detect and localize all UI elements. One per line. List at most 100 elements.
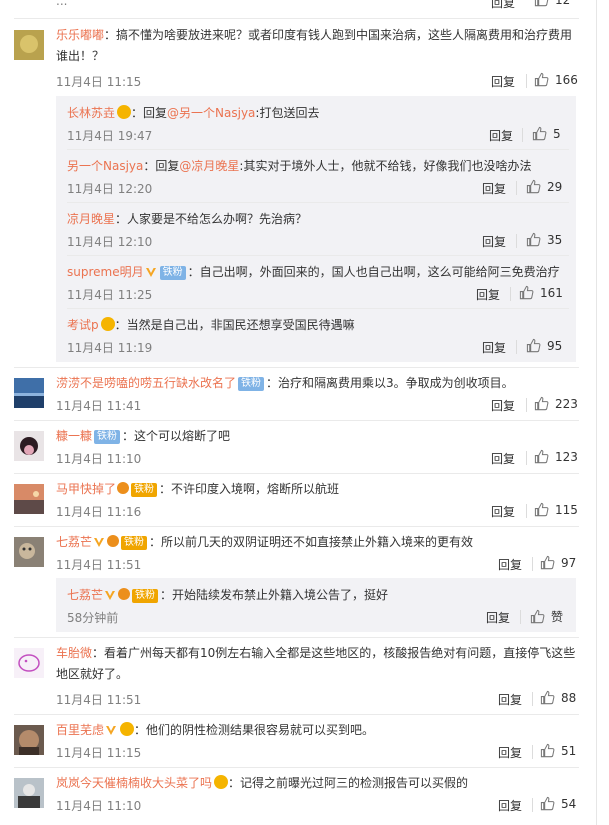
reply-button[interactable]: 回复: [491, 0, 515, 11]
like-count: 166: [555, 72, 578, 87]
comment-time: ...: [56, 0, 68, 8]
reply-button[interactable]: 回复: [491, 503, 515, 520]
user-name[interactable]: supreme明月: [67, 265, 144, 279]
reply-button[interactable]: 回复: [482, 233, 506, 250]
comment-time: 11月4日 11:10: [56, 799, 142, 813]
avatar[interactable]: [14, 484, 44, 514]
comment-time: 11月4日 11:51: [56, 558, 142, 572]
separator: [526, 74, 527, 88]
thumbs-up-icon: [534, 0, 549, 7]
reply-button[interactable]: 回复: [491, 73, 515, 90]
user-name[interactable]: 百里芜虑: [56, 723, 104, 737]
fan-badge: 铁粉: [131, 483, 158, 497]
like-button[interactable]: 88: [540, 690, 576, 705]
avatar[interactable]: [14, 778, 44, 808]
divider: [67, 308, 569, 309]
reply-button[interactable]: 回复: [498, 797, 522, 814]
like-button[interactable]: 51: [540, 743, 576, 758]
thumbs-up-icon: [534, 502, 549, 517]
comment-body: 涝涝不是唠嗑的唠五行缺水改名了 铁粉 ：治疗和隔离费用乘以3。争取成为创收项目。: [56, 376, 514, 391]
divider: [14, 420, 579, 421]
medal-icon: [120, 722, 135, 736]
verified-v-icon: [94, 538, 105, 547]
like-button[interactable]: 223: [534, 396, 578, 411]
comment-body: 马甲快掉了 铁粉 ：不许印度入境啊，熔断所以航班: [56, 482, 340, 497]
thumbs-up-icon: [526, 232, 541, 247]
like-count: 35: [547, 232, 563, 247]
separator: [526, 451, 527, 465]
separator: [516, 234, 517, 248]
thumbs-up-icon: [540, 796, 555, 811]
avatar[interactable]: [14, 30, 44, 60]
comment-body: 另一个Nasjya：回复@凉月晚星:其实对于境外人士，他就不给钱，好像我们也没啥…: [67, 159, 532, 173]
like-count: 29: [547, 179, 563, 194]
separator: [526, 398, 527, 412]
mention-link[interactable]: @凉月晚星: [179, 159, 239, 173]
thumbs-up-icon: [540, 743, 555, 758]
user-name[interactable]: 七荔芒: [67, 588, 103, 602]
avatar[interactable]: [14, 648, 44, 678]
comment-body: supreme明月 铁粉 ：自己出啊，外面回来的，国人也自己出啊，这么可能给阿三免费…: [67, 265, 560, 280]
comment-thread: ... 回复 12 乐乐嘟嘟：搞不懂为啥要放进来呢？或者印度有钱人跑到中国来治病…: [0, 0, 609, 825]
like-count: 161: [540, 285, 563, 300]
like-count: 223: [555, 396, 578, 411]
reply-button[interactable]: 回复: [498, 691, 522, 708]
separator: [520, 610, 521, 624]
user-name[interactable]: 岚岚今天催楠楠收大头菜了吗: [56, 776, 212, 790]
like-button[interactable]: 54: [540, 796, 576, 811]
mention-link[interactable]: @另一个Nasjya: [167, 106, 255, 120]
comment-body: 百里芜虑 ：他们的阴性检测结果很容易就可以买到吧。: [56, 722, 375, 737]
divider: [14, 637, 579, 638]
avatar[interactable]: [14, 537, 44, 567]
user-name[interactable]: 马甲快掉了: [56, 482, 116, 496]
medal-icon: [117, 105, 132, 119]
fan-badge: 铁粉: [132, 589, 159, 603]
fan-badge: 铁粉: [94, 430, 121, 444]
like-button[interactable]: 95: [526, 338, 562, 353]
like-button[interactable]: 161: [519, 285, 563, 300]
separator: [532, 692, 533, 706]
like-button[interactable]: 123: [534, 449, 578, 464]
avatar[interactable]: [14, 431, 44, 461]
reply-button[interactable]: 回复: [491, 450, 515, 467]
reply-button[interactable]: 回复: [498, 556, 522, 573]
verified-v-icon: [106, 726, 117, 735]
comment-time: 11月4日 12:10: [67, 235, 153, 249]
comment-time: 11月4日 11:10: [56, 452, 142, 466]
reply-button[interactable]: 回复: [476, 286, 500, 303]
like-count: 54: [561, 796, 577, 811]
comment-body: 糠一糠 铁粉 ：这个可以熔断了吧: [56, 429, 231, 444]
reply-button[interactable]: 回复: [498, 744, 522, 761]
like-count: 赞: [551, 610, 564, 624]
comment-body: 长林苏垚 ：回复@另一个Nasjya:打包送回去: [67, 105, 320, 120]
reply-button[interactable]: 回复: [489, 127, 513, 144]
user-name[interactable]: 考试p: [67, 318, 99, 332]
user-name[interactable]: 长林苏垚: [67, 106, 115, 120]
user-name[interactable]: 车胎微: [56, 646, 92, 660]
like-button[interactable]: 35: [526, 232, 562, 247]
like-button[interactable]: 赞: [530, 608, 563, 625]
thumbs-up-icon: [526, 179, 541, 194]
reply-button[interactable]: 回复: [482, 180, 506, 197]
avatar[interactable]: [14, 725, 44, 755]
user-name[interactable]: 涝涝不是唠嗑的唠五行缺水改名了: [56, 376, 236, 390]
user-name[interactable]: 七荔芒: [56, 535, 92, 549]
user-name[interactable]: 凉月晚星: [67, 212, 115, 226]
user-name[interactable]: 乐乐嘟嘟: [56, 28, 104, 42]
reply-button[interactable]: 回复: [482, 339, 506, 356]
like-button[interactable]: 115: [534, 502, 578, 517]
divider: [67, 149, 569, 150]
reply-button[interactable]: 回复: [486, 609, 510, 626]
like-button[interactable]: 97: [540, 555, 576, 570]
user-name[interactable]: 糠一糠: [56, 429, 92, 443]
verified-v-icon: [145, 268, 156, 277]
comment-body: 七荔芒 铁粉 ：所以前几天的双阴证明还不如直接禁止外籍入境来的更有效: [56, 535, 474, 550]
like-button[interactable]: 5: [532, 126, 561, 141]
divider: [14, 714, 579, 715]
like-button[interactable]: 166: [534, 72, 578, 87]
avatar[interactable]: [14, 378, 44, 408]
reply-button[interactable]: 回复: [491, 397, 515, 414]
like-button[interactable]: 29: [526, 179, 562, 194]
like-button[interactable]: 12: [534, 0, 570, 7]
user-name[interactable]: 另一个Nasjya: [67, 159, 143, 173]
